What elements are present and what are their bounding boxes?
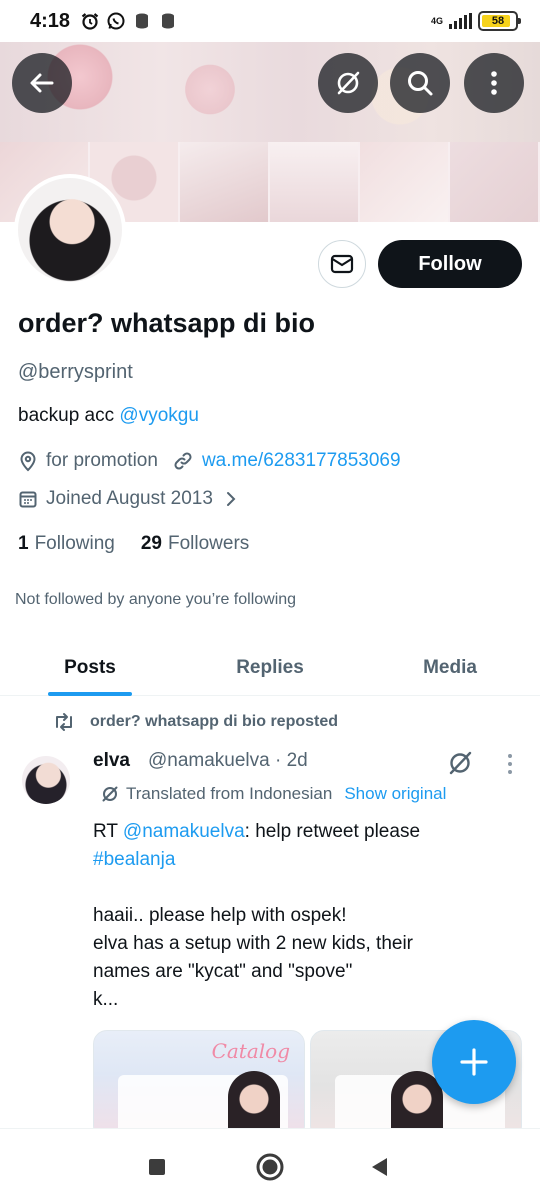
rt-mention-link[interactable]: @namakuelva [123, 821, 245, 842]
rt-text: : help retweet please [244, 821, 421, 842]
website-link[interactable]: wa.me/6283177853069 [202, 450, 401, 472]
post-body: RT @namakuelva: help retweet please #bea… [93, 818, 513, 1014]
database-icon [162, 13, 175, 29]
square-icon [149, 1159, 165, 1175]
message-button[interactable] [318, 240, 366, 288]
hashtag-link[interactable]: #bealanja [93, 849, 175, 870]
recents-button[interactable] [139, 1149, 175, 1185]
calendar-icon [18, 489, 38, 509]
back-nav-button[interactable] [362, 1149, 398, 1185]
compose-button[interactable] [432, 1020, 516, 1104]
grok-icon [337, 71, 360, 95]
whatsapp-icon [107, 12, 125, 30]
link-icon [172, 450, 194, 472]
bio-text: backup acc [18, 405, 120, 426]
home-button[interactable] [252, 1149, 288, 1185]
follow-counts: 1 Following 29 Followers [18, 533, 249, 555]
repost-icon [52, 712, 76, 732]
repost-text: order? whatsapp di bio reposted [90, 713, 339, 730]
post-author-name[interactable]: elva [93, 750, 130, 772]
rt-prefix: RT [93, 821, 123, 842]
arrow-left-icon [30, 73, 54, 93]
profile-tabs: Posts Replies Media [0, 640, 540, 696]
tab-replies[interactable]: Replies [180, 640, 360, 695]
signal-icon [449, 13, 472, 29]
profile-joined[interactable]: Joined August 2013 [18, 488, 245, 510]
show-original-link[interactable]: Show original [344, 784, 446, 804]
battery-level: 58 [491, 15, 505, 27]
following-link[interactable]: 1 Following [18, 533, 115, 555]
post-line: names are "kycat" and "spove" [93, 961, 353, 982]
followers-link[interactable]: 29 Followers [141, 533, 249, 555]
repost-indicator: order? whatsapp di bio reposted [52, 712, 338, 732]
post-line-rt: RT @namakuelva: help retweet please [93, 818, 513, 846]
post-line: elva has a setup with 2 new kids, their [93, 933, 414, 954]
more-vertical-icon [508, 754, 512, 774]
profile-meta-location-website: for promotion wa.me/6283177853069 [18, 450, 401, 472]
grok-icon [100, 784, 120, 804]
following-label: Following [34, 533, 115, 554]
translated-text: Translated from Indonesian [126, 784, 333, 803]
alarm-icon [81, 13, 99, 30]
post-media-image[interactable]: Catalog [93, 1030, 305, 1140]
tab-media[interactable]: Media [360, 640, 540, 695]
post-header: elva @namakuelva · 2d [93, 750, 308, 772]
search-button[interactable] [390, 53, 450, 113]
followers-count: 29 [140, 533, 162, 554]
status-time: 4:18 [30, 9, 71, 32]
location-text: for promotion [46, 450, 158, 471]
grok-icon [449, 751, 472, 775]
chevron-right-icon [225, 490, 237, 508]
back-button[interactable] [12, 53, 72, 113]
circle-home-icon [256, 1153, 284, 1181]
post-author-handle-time: @namakuelva · 2d [147, 750, 308, 771]
tab-posts[interactable]: Posts [0, 640, 180, 696]
location-icon [18, 450, 38, 472]
grok-button[interactable] [318, 53, 378, 113]
plus-icon [460, 1048, 488, 1076]
profile-display-name: order? whatsapp di bio [18, 308, 316, 338]
mail-icon [330, 254, 354, 274]
post-grok-button[interactable] [445, 748, 475, 783]
joined-text: Joined August 2013 [46, 488, 213, 509]
avatar-image [18, 178, 122, 282]
following-count: 1 [18, 533, 29, 554]
post-more-button[interactable] [500, 752, 520, 781]
follow-button[interactable]: Follow [378, 240, 522, 288]
profile-avatar[interactable] [14, 174, 126, 286]
followers-label: Followers [167, 533, 250, 554]
database-icon [136, 13, 149, 29]
more-vertical-icon [491, 71, 497, 95]
bio-mention-link[interactable]: @vyokgu [119, 405, 199, 426]
battery-icon: 58 [478, 11, 521, 31]
more-options-button[interactable] [464, 53, 524, 113]
post-author-avatar[interactable] [22, 756, 70, 804]
profile-bio: backup acc @vyokgu [18, 405, 199, 427]
post-line: haaii.. please help with ospek! [93, 905, 347, 926]
network-type: 4G [430, 15, 443, 26]
search-icon [408, 71, 433, 96]
profile-handle: @berrysprint [18, 361, 133, 383]
media-image-label: Catalog [211, 1039, 290, 1063]
status-bar: 4:18 4G 58 [0, 0, 540, 42]
triangle-back-icon [372, 1158, 387, 1176]
post-line: k... [93, 989, 119, 1010]
not-followed-note: Not followed by anyone you’re following [15, 591, 297, 608]
translation-note: Translated from Indonesian Show original [100, 784, 446, 804]
system-nav-bar [0, 1128, 540, 1200]
